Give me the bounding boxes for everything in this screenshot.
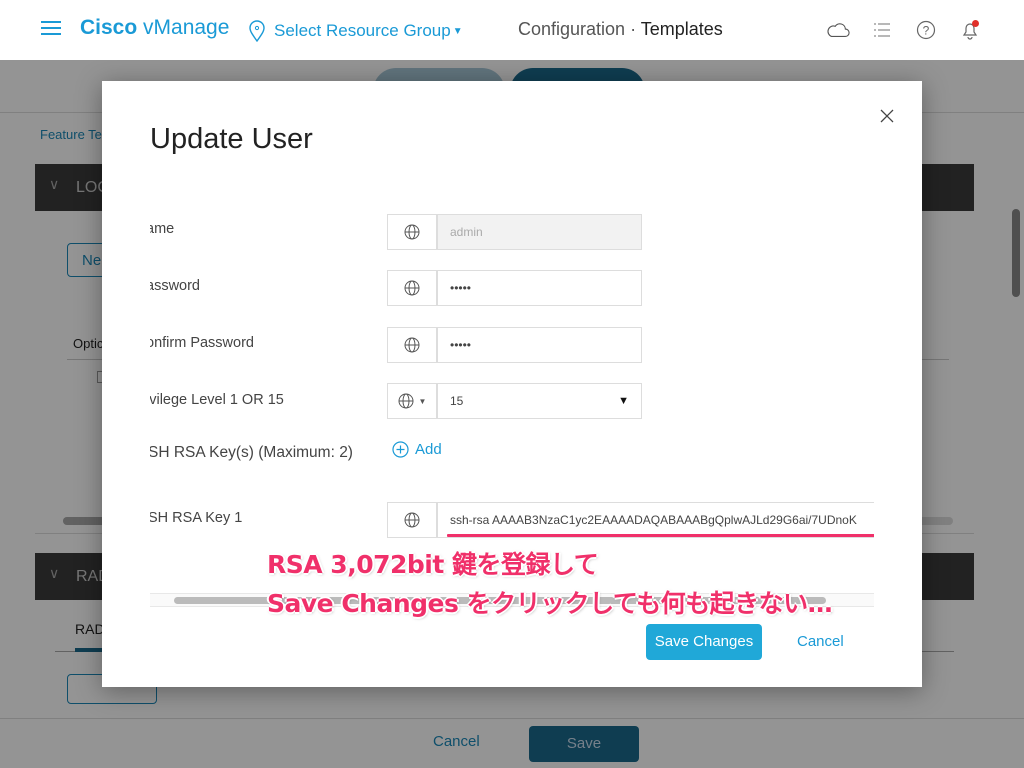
globe-icon [404,337,420,353]
breadcrumb-current: Templates [640,19,723,39]
ssh-keys-label: SH RSA Key(s) (Maximum: 2) [150,444,353,461]
privilege-select[interactable]: 15 ▼ [437,383,642,419]
name-field[interactable]: admin [437,214,642,250]
ssh-key1-field[interactable]: ssh-rsa AAAAB3NzaC1yc2EAAAADAQABAAABgQpl… [437,502,874,538]
svg-text:?: ? [923,24,930,38]
globe-icon [404,280,420,296]
caret-down-icon: ▼ [418,396,427,406]
confirm-password-field[interactable]: ••••• [437,327,642,363]
cloud-icon[interactable] [826,18,850,42]
privilege-label: ivilege Level 1 OR 15 [150,392,284,408]
app-logo[interactable]: Cisco vManage [80,16,229,40]
globe-icon [404,224,420,240]
key-highlight-underline [447,534,874,537]
add-ssh-key-button[interactable]: Add [392,441,442,458]
privilege-value: 15 [450,394,464,408]
breadcrumb-separator: · [625,19,641,39]
confirm-password-label: onfirm Password [150,335,254,351]
ssh-key1-scope-selector[interactable] [387,502,437,538]
globe-icon [404,512,420,528]
notification-dot [972,20,979,27]
brand-name: vManage [137,16,230,39]
hamburger-menu-icon[interactable] [41,21,61,37]
password-scope-selector[interactable] [387,270,437,306]
resource-group-label: Select Resource Group [274,21,451,40]
name-scope-selector[interactable] [387,214,437,250]
top-header: Cisco vManage Select Resource Group ▼ Con… [0,0,1024,60]
name-label: ame [150,221,175,237]
plus-circle-icon [392,441,409,458]
annotation-line-1: RSA 3,072bit 鍵を登録して [267,550,599,579]
caret-down-icon: ▼ [618,395,629,407]
privilege-scope-dropdown[interactable]: ▼ [387,383,437,419]
password-field[interactable]: ••••• [437,270,642,306]
add-label: Add [415,441,442,458]
cancel-button[interactable]: Cancel [797,633,844,650]
location-pin-icon [249,20,265,42]
caret-down-icon: ▼ [452,25,463,37]
globe-icon [398,393,414,409]
task-list-icon[interactable] [870,18,894,42]
close-icon[interactable] [879,108,895,124]
brand-bold: Cisco [80,16,138,39]
resource-group-dropdown[interactable]: Select Resource Group ▼ [248,20,463,42]
annotation-line-2: Save Changes をクリックしても何も起きない… [267,589,833,618]
confirm-password-scope-selector[interactable] [387,327,437,363]
password-label: assword [150,278,200,294]
ssh-key1-label: SH RSA Key 1 [150,510,243,526]
modal-title: Update User [150,123,313,155]
breadcrumb-parent: Configuration [518,19,626,39]
breadcrumb: Configuration · Templates [518,19,723,40]
help-icon[interactable]: ? [914,18,938,42]
save-changes-button[interactable]: Save Changes [646,624,762,660]
bell-icon[interactable] [958,18,982,42]
